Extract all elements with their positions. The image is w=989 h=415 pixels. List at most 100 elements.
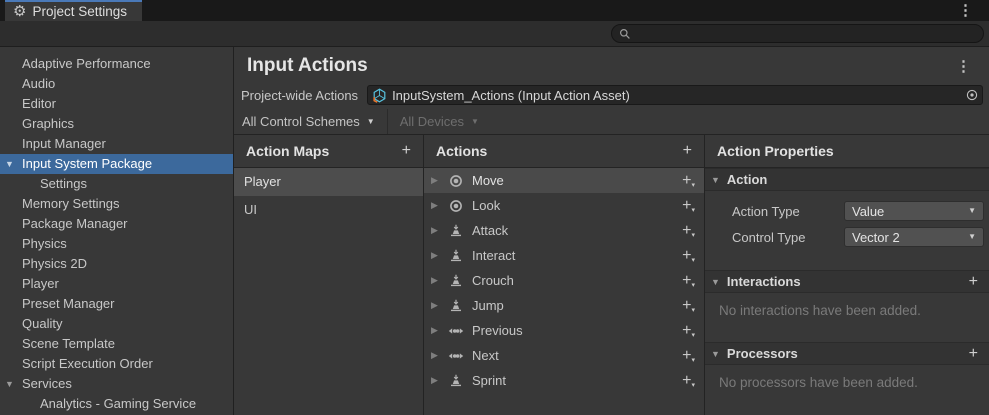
button-control-icon	[448, 224, 464, 238]
sidebar-item-memory-settings[interactable]: Memory Settings	[0, 194, 233, 214]
tab-project-settings[interactable]: ⚙ Project Settings	[5, 0, 142, 21]
sidebar-item-settings[interactable]: Settings	[0, 174, 233, 194]
chevron-down-icon: ▼	[968, 233, 976, 241]
action-label: Look	[472, 198, 500, 213]
sidebar-item-preset-manager[interactable]: Preset Manager	[0, 294, 233, 314]
add-binding-button[interactable]: +▾	[682, 173, 695, 189]
foldout-collapsed-icon[interactable]: ▶	[431, 176, 440, 185]
gear-icon: ⚙	[13, 4, 26, 19]
foldout-collapsed-icon[interactable]: ▶	[431, 326, 440, 335]
sidebar-item-input-manager[interactable]: Input Manager	[0, 134, 233, 154]
action-row-sprint[interactable]: ▶ Sprint +▾	[424, 368, 704, 393]
foldout-collapsed-icon[interactable]: ▶	[431, 276, 440, 285]
action-row-attack[interactable]: ▶Attack+▾	[424, 218, 704, 243]
action-label: Move	[472, 173, 504, 188]
sidebar-item-label: Quality	[22, 316, 62, 331]
add-binding-button[interactable]: +▾	[682, 223, 695, 239]
sidebar-item-physics[interactable]: Physics	[0, 234, 233, 254]
devices-dropdown[interactable]: All Devices ▼	[387, 109, 491, 134]
action-row-crouch[interactable]: ▶ Crouch +▾	[424, 268, 704, 293]
sidebar-item-audio[interactable]: Audio	[0, 74, 233, 94]
plus-icon: +	[682, 198, 691, 214]
add-binding-button[interactable]: +▾	[682, 323, 695, 339]
caret-down-icon: ▾	[691, 282, 695, 289]
control-type-dropdown[interactable]: Vector 2 ▼	[844, 227, 984, 247]
sidebar-item-editor[interactable]: Editor	[0, 94, 233, 114]
add-binding-button[interactable]: +▾	[682, 373, 695, 389]
action-row-jump[interactable]: ▶ Jump +▾	[424, 293, 704, 318]
search-icon	[619, 28, 631, 40]
foldout-collapsed-icon[interactable]: ▶	[431, 251, 440, 260]
plus-icon: +	[682, 173, 691, 189]
control-schemes-dropdown[interactable]: All Control Schemes ▼	[242, 109, 387, 134]
chevron-down-icon: ▼	[471, 118, 479, 126]
action-map-row-ui[interactable]: UI	[234, 196, 423, 224]
foldout-collapsed-icon[interactable]: ▶	[431, 351, 440, 360]
action-label: Crouch	[472, 273, 514, 288]
search-input[interactable]	[611, 24, 984, 43]
sidebar-item-services[interactable]: ▼ Services	[0, 374, 233, 394]
action-type-dropdown[interactable]: Value ▼	[844, 201, 984, 221]
button-control-icon	[448, 274, 464, 288]
sidebar-item-package-manager[interactable]: Package Manager	[0, 214, 233, 234]
sidebar-item-label: Audio	[22, 76, 55, 91]
sidebar-item-adaptive-performance[interactable]: Adaptive Performance	[0, 54, 233, 74]
settings-toolbar	[0, 21, 989, 47]
sidebar-item-quality[interactable]: Quality	[0, 314, 233, 334]
foldout-open-icon[interactable]: ▼	[5, 154, 14, 174]
caret-down-icon: ▾	[691, 307, 695, 314]
sidebar-item-physics-2d[interactable]: Physics 2D	[0, 254, 233, 274]
foldout-open-icon[interactable]: ▼	[5, 374, 14, 394]
input-action-asset-field[interactable]: InputSystem_Actions (Input Action Asset)	[367, 85, 983, 105]
foldout-collapsed-icon[interactable]: ▶	[431, 226, 440, 235]
plus-icon: +	[682, 298, 691, 314]
sidebar-item-analytics-gaming-service[interactable]: Analytics - Gaming Service	[0, 394, 233, 414]
add-binding-button[interactable]: +▾	[682, 273, 695, 289]
panel-kebab-menu-icon[interactable]: ⋮	[956, 59, 971, 74]
foldout-open-icon: ▼	[711, 175, 720, 185]
interactions-section-header[interactable]: ▼ Interactions +	[705, 270, 989, 293]
action-row-move[interactable]: ▶ Move +▾	[424, 168, 704, 193]
sidebar-item-label: Physics	[22, 236, 67, 251]
sidebar-item-player[interactable]: Player	[0, 274, 233, 294]
action-row-interact[interactable]: ▶Interact+▾	[424, 243, 704, 268]
sidebar-item-input-system-package[interactable]: ▼Input System Package	[0, 154, 233, 174]
object-picker-icon[interactable]	[966, 89, 978, 101]
processors-section-header[interactable]: ▼ Processors +	[705, 342, 989, 365]
add-action-map-button[interactable]: +	[402, 143, 411, 159]
sidebar-item-label: Scene Template	[22, 336, 115, 351]
foldout-collapsed-icon[interactable]: ▶	[431, 376, 440, 385]
add-interaction-button[interactable]: +	[969, 274, 978, 290]
add-binding-button[interactable]: +▾	[682, 248, 695, 264]
plus-icon: +	[682, 373, 691, 389]
action-label: Jump	[472, 298, 504, 313]
action-section-header[interactable]: ▼ Action	[705, 168, 989, 191]
sidebar-item-scene-template[interactable]: Scene Template	[0, 334, 233, 354]
add-binding-button[interactable]: +▾	[682, 348, 695, 364]
action-row-look[interactable]: ▶ Look +▾	[424, 193, 704, 218]
add-processor-button[interactable]: +	[969, 346, 978, 362]
add-action-button[interactable]: +	[683, 143, 692, 159]
action-row-previous[interactable]: ▶Previous+▾	[424, 318, 704, 343]
sidebar-item-graphics[interactable]: Graphics	[0, 114, 233, 134]
foldout-collapsed-icon[interactable]: ▶	[431, 301, 440, 310]
button-control-icon	[448, 299, 464, 313]
sidebar-item-label: Services	[22, 376, 72, 391]
sidebar-item-label: Settings	[40, 176, 87, 191]
add-binding-button[interactable]: +▾	[682, 198, 695, 214]
action-row-next[interactable]: ▶Next+▾	[424, 343, 704, 368]
foldout-open-icon: ▼	[711, 277, 720, 287]
action-map-label: UI	[244, 202, 257, 217]
settings-category-sidebar: Adaptive Performance Audio EditorGraphicsI…	[0, 47, 234, 415]
foldout-collapsed-icon[interactable]: ▶	[431, 201, 440, 210]
action-properties-header: Action Properties	[717, 143, 834, 159]
plus-icon: +	[682, 248, 691, 264]
add-binding-button[interactable]: +▾	[682, 298, 695, 314]
action-label: Sprint	[472, 373, 506, 388]
window-kebab-menu-icon[interactable]: ⋮	[958, 3, 973, 18]
action-maps-header: Action Maps	[246, 143, 329, 159]
window-tab-bar: ⚙ Project Settings ⋮	[0, 0, 989, 21]
sidebar-item-script-execution-order[interactable]: Script Execution Order	[0, 354, 233, 374]
action-map-row-player[interactable]: Player	[234, 168, 423, 196]
actions-header: Actions	[436, 143, 487, 159]
